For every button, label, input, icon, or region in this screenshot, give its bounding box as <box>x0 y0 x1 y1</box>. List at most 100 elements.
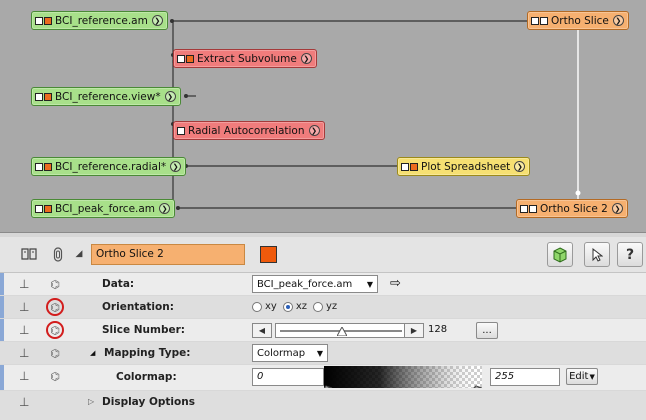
node-ortho-slice[interactable]: Ortho Slice ❯ <box>527 11 629 30</box>
orientation-radio-group: xy xz yz <box>252 301 343 312</box>
dropdown-arrow-icon: ▼ <box>366 279 373 289</box>
dropdown-arrow-icon: ▼ <box>316 348 323 358</box>
property-row-mapping-type: ⊥ ⌬ ◢ Mapping Type: Colormap ▼ <box>0 342 646 365</box>
slice-number-value[interactable]: 128 <box>428 324 447 335</box>
node-menu-arrow-icon[interactable]: ❯ <box>612 15 624 26</box>
node-bci-peak-force-am[interactable]: BCI_peak_force.am ❯ <box>31 199 176 218</box>
node-ortho-slice-2[interactable]: Ortho Slice 2 ❯ <box>516 199 628 218</box>
pin-icon[interactable]: ⊥ <box>19 369 29 383</box>
node-menu-arrow-icon[interactable]: ❯ <box>170 161 182 172</box>
node-label: Ortho Slice 2 <box>540 202 608 215</box>
radio-icon <box>313 301 324 312</box>
slider-thumb[interactable] <box>336 325 348 337</box>
visibility-toggle-icon[interactable] <box>177 126 185 135</box>
property-row-data: ⊥ ⌬ Data: BCI_peak_force.am ▼ ⇨ <box>0 273 646 296</box>
pin-icon[interactable]: ⊥ <box>19 346 29 360</box>
node-menu-arrow-icon[interactable]: ❯ <box>308 125 320 136</box>
display-toggle-icon[interactable] <box>44 162 52 171</box>
data-label: Data: <box>102 278 135 290</box>
node-menu-arrow-icon[interactable]: ❯ <box>159 203 171 214</box>
data-dropdown[interactable]: BCI_peak_force.am ▼ <box>252 275 378 293</box>
node-label: BCI_peak_force.am <box>55 202 156 215</box>
colormap-min-field[interactable]: 0 <box>252 368 324 386</box>
book-icon[interactable] <box>21 246 37 262</box>
node-bci-reference-view[interactable]: BCI_reference.view* ❯ <box>31 87 181 106</box>
visibility-toggle-icon[interactable] <box>520 204 528 213</box>
orientation-label: Orientation: <box>102 301 174 313</box>
node-bci-reference-radial[interactable]: BCI_reference.radial* ❯ <box>31 157 187 176</box>
display-toggle-icon[interactable] <box>44 204 52 213</box>
row-accent <box>0 365 4 390</box>
dropdown-arrow-icon: ▼ <box>589 372 595 381</box>
visibility-toggle-icon[interactable] <box>35 16 43 25</box>
connection-lines <box>170 19 581 210</box>
radio-yz[interactable]: yz <box>313 301 337 312</box>
object-name-field[interactable]: Ortho Slice 2 <box>91 244 245 265</box>
node-menu-arrow-icon[interactable]: ❯ <box>164 91 176 102</box>
display-toggle-icon[interactable] <box>410 162 418 171</box>
properties-toolbar: ◢ Ortho Slice 2 ? <box>0 237 646 273</box>
node-label: BCI_reference.view* <box>55 90 161 103</box>
project-graph-view[interactable]: BCI_reference.am ❯ Extract Subvolume ❯ B… <box>0 0 646 232</box>
expand-triangle-icon[interactable]: ▷ <box>88 397 94 406</box>
radio-label: yz <box>326 301 338 312</box>
visibility-toggle-icon[interactable] <box>35 204 43 213</box>
goto-arrow-icon[interactable]: ⇨ <box>390 276 401 291</box>
viewer-toggle-button[interactable] <box>547 242 573 267</box>
display-options-label[interactable]: Display Options <box>102 396 195 408</box>
help-button[interactable]: ? <box>617 242 643 267</box>
paperclip-icon[interactable]: ⌬ <box>48 368 62 384</box>
slider-right-button[interactable]: ▶ <box>404 323 424 338</box>
radio-xy[interactable]: xy <box>252 301 277 312</box>
display-toggle-icon[interactable] <box>540 16 548 25</box>
radio-xz[interactable]: xz <box>282 301 308 312</box>
paperclip-icon[interactable]: ⌬ <box>48 345 62 361</box>
visibility-toggle-icon[interactable] <box>35 162 43 171</box>
display-toggle-icon[interactable] <box>186 54 194 63</box>
colormap-label: Colormap: <box>116 371 177 383</box>
colormap-edit-button[interactable]: Edit ▼ <box>566 368 598 385</box>
row-accent <box>0 273 4 295</box>
property-row-colormap: ⊥ ⌬ Colormap: 0 255 Edit ▼ <box>0 365 646 391</box>
node-extract-subvolume[interactable]: Extract Subvolume ❯ <box>173 49 317 68</box>
pin-icon[interactable]: ⊥ <box>19 395 29 409</box>
display-toggle-icon[interactable] <box>529 204 537 213</box>
node-radial-autocorrelation[interactable]: Radial Autocorrelation ❯ <box>173 121 325 140</box>
properties-panel: ◢ Ortho Slice 2 ? ⊥ ⌬ Data: BCI_peak_for… <box>0 237 646 420</box>
paperclip-icon[interactable] <box>50 246 66 262</box>
visibility-toggle-icon[interactable] <box>177 54 185 63</box>
radio-label: xz <box>295 301 308 312</box>
slider-left-button[interactable]: ◀ <box>252 323 272 338</box>
slice-slider[interactable] <box>275 323 407 338</box>
node-menu-arrow-icon[interactable]: ❯ <box>514 161 526 172</box>
node-plot-spreadsheet[interactable]: Plot Spreadsheet ❯ <box>397 157 531 176</box>
pin-icon[interactable]: ⊥ <box>19 277 29 291</box>
node-menu-arrow-icon[interactable]: ❯ <box>151 15 163 26</box>
display-toggle-icon[interactable] <box>44 92 52 101</box>
visibility-toggle-icon[interactable] <box>35 92 43 101</box>
paperclip-icon-highlighted[interactable]: ⌬ <box>46 321 64 339</box>
paperclip-icon-highlighted[interactable]: ⌬ <box>46 298 64 316</box>
expand-triangle-icon[interactable]: ◢ <box>90 349 95 357</box>
property-row-orientation: ⊥ ⌬ Orientation: xy xz yz <box>0 296 646 319</box>
visibility-toggle-icon[interactable] <box>531 16 539 25</box>
node-menu-arrow-icon[interactable]: ❯ <box>611 203 623 214</box>
radio-icon <box>252 301 262 312</box>
pin-icon[interactable]: ⊥ <box>19 300 29 314</box>
pointer-button[interactable] <box>584 242 610 267</box>
mapping-type-label: Mapping Type: <box>104 347 191 359</box>
colormap-gradient[interactable] <box>322 366 483 389</box>
colormap-max-field[interactable]: 255 <box>490 368 560 386</box>
node-label: Plot Spreadsheet <box>421 160 511 173</box>
node-bci-reference-am[interactable]: BCI_reference.am ❯ <box>31 11 168 30</box>
mapping-type-dropdown[interactable]: Colormap ▼ <box>252 344 328 362</box>
display-toggle-icon[interactable] <box>44 16 52 25</box>
pin-icon[interactable]: ⊥ <box>19 323 29 337</box>
paperclip-icon[interactable]: ⌬ <box>48 276 62 292</box>
visibility-toggle-icon[interactable] <box>401 162 409 171</box>
object-color-swatch[interactable] <box>260 246 277 263</box>
collapse-triangle-icon[interactable]: ◢ <box>71 246 87 262</box>
property-row-slice-number: ⊥ ⌬ Slice Number: ◀ ▶ 128 ... <box>0 319 646 342</box>
slice-more-button[interactable]: ... <box>476 322 498 339</box>
node-menu-arrow-icon[interactable]: ❯ <box>300 53 312 64</box>
